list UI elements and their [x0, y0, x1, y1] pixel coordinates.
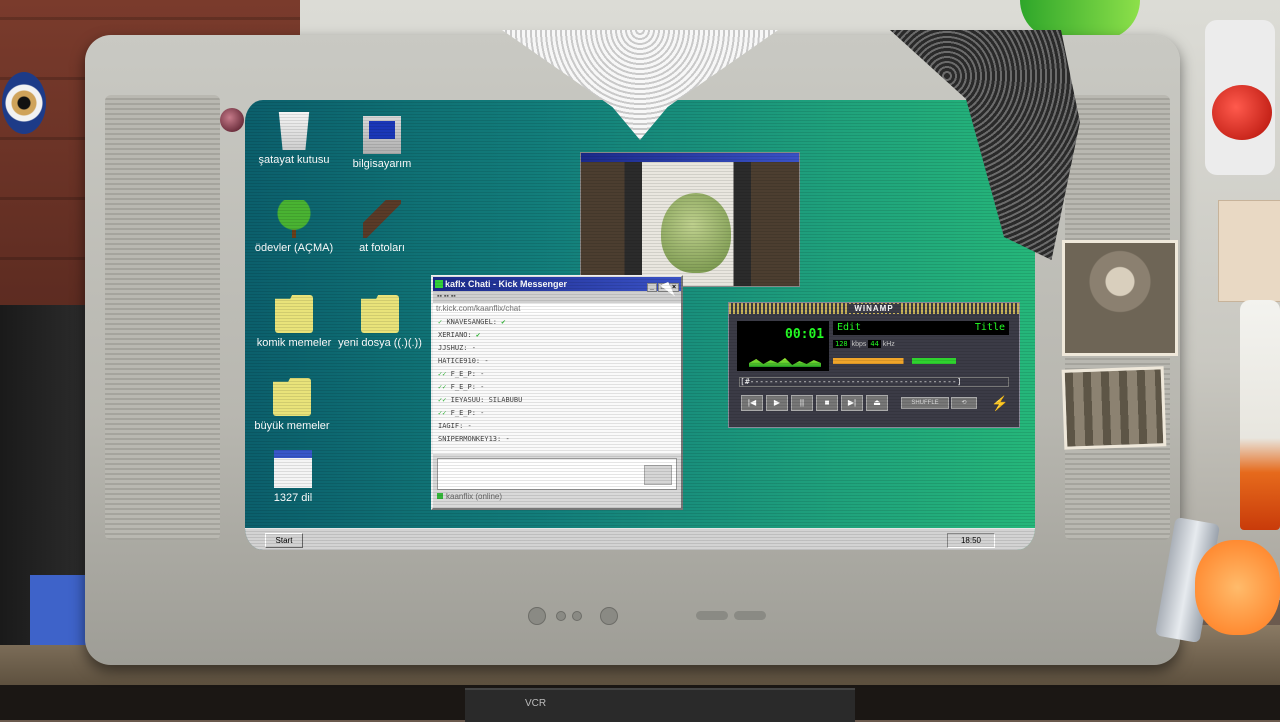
desktop-icon-label: şatayat kutusu [258, 154, 330, 166]
chat-message: ✓✓ F_E_P: - [438, 383, 485, 391]
calendar-icon [274, 450, 312, 488]
desktop-icon-label: yeni dosya ((.)(.)) [338, 337, 422, 349]
khz-value: 44 [868, 340, 881, 348]
song-edit-label[interactable]: Edit [837, 322, 861, 333]
tree-icon [275, 200, 313, 238]
volume-balance-sliders[interactable] [833, 358, 1009, 364]
winamp-title-bar[interactable]: WINAMP [729, 303, 1019, 314]
winamp-controls: |◀ ▶ || ■ ▶| ⏏ [741, 395, 891, 413]
desktop-icon-new-folder[interactable]: yeni dosya ((.)(.)) [335, 295, 425, 349]
desktop-icon-funny-memes[interactable]: komik memeler [249, 295, 339, 349]
khz-label: kHz [882, 341, 895, 348]
computer-icon [363, 116, 401, 154]
desktop-icon-calendar[interactable]: 1327 dil [248, 450, 338, 504]
desktop-icon-label: bilgisayarım [352, 158, 412, 170]
recycle-bin-icon [278, 112, 310, 150]
winamp-display: 00:01 [737, 321, 829, 371]
chat-message: JJSHUZ: - [438, 344, 476, 352]
folder-icon [273, 378, 311, 416]
send-button[interactable] [644, 465, 672, 485]
winamp-song-title: Edit Title [833, 321, 1009, 335]
pear-image [661, 193, 731, 273]
chat-message: SNIPERMONKEY13: - [438, 435, 510, 443]
chat-message: ✓ KNAVESANGEL: ✔ [438, 318, 506, 326]
chat-title-bar[interactable]: kaflx Chati - Kick Messenger _ □ × [433, 277, 681, 292]
song-title-label: Title [974, 322, 1005, 333]
plastic-bottle [1240, 300, 1280, 530]
desktop-icon-computer[interactable]: bilgisayarım [337, 116, 427, 170]
tv-button[interactable] [696, 611, 728, 620]
shuffle-button[interactable]: SHUFFLE [901, 397, 949, 409]
stop-button[interactable]: ■ [816, 395, 838, 411]
chat-message: ✓✓ IEYASUU: SILABUBU [438, 396, 523, 404]
desktop-icon-horse-photos[interactable]: at fotoları [337, 200, 427, 254]
folder-icon [275, 295, 313, 333]
chat-url[interactable]: tr.kick.com/kaanflix/chat [433, 303, 681, 314]
desktop-icon-label: at fotoları [359, 242, 405, 254]
pause-button[interactable]: || [791, 395, 813, 411]
tv-button[interactable] [734, 611, 766, 620]
chat-message: XERIANO: ✔ [438, 331, 481, 339]
desktop-icon-recycle[interactable]: şatayat kutusu [249, 112, 339, 166]
tv-button[interactable] [600, 607, 618, 625]
red-plug [1212, 85, 1272, 140]
video-title-bar[interactable] [581, 153, 799, 162]
tv-buttons [520, 605, 780, 625]
tv-button[interactable] [572, 611, 582, 621]
desktop-icon-label: büyük memeler [254, 420, 330, 432]
chat-message: ✓✓ F_E_P: - [438, 409, 485, 417]
chat-menubar[interactable]: ▪▪ ▪▪ ▪▪ [433, 291, 681, 303]
spectrum-visualizer [749, 358, 821, 367]
start-button[interactable]: Start [265, 533, 303, 548]
desktop-icon-homework[interactable]: ödevler (AÇMA) [249, 200, 339, 254]
tv-button[interactable] [556, 611, 566, 621]
kbps-label: kbps [851, 341, 867, 348]
tv-button[interactable] [528, 607, 546, 625]
chat-input[interactable] [437, 458, 677, 490]
chat-window[interactable]: kaflx Chati - Kick Messenger _ □ × ▪▪ ▪▪ ▪… [431, 275, 683, 510]
horse-icon [363, 200, 401, 238]
taskbar-clock: 18:50 [947, 533, 995, 548]
vcr-player: VCR [465, 688, 855, 722]
taskbar: Start 18:50 [245, 528, 1035, 550]
crt-screen: şatayat kutusu bilgisayarım ödevler (AÇM… [245, 100, 1035, 550]
tv-power-led [220, 108, 244, 132]
seek-bar[interactable]: [#--------------------------------------… [739, 377, 1009, 387]
next-button[interactable]: ▶| [841, 395, 863, 411]
old-photo-man [1062, 240, 1178, 356]
kbps-value: 128 [833, 340, 850, 348]
minimize-icon[interactable]: _ [647, 283, 657, 292]
evil-eye-charm [2, 72, 46, 134]
winamp-time: 00:01 [785, 327, 825, 342]
chat-message: IAGIF: - [438, 422, 472, 430]
repeat-button[interactable]: ⟲ [951, 397, 977, 409]
old-photo-group [1061, 366, 1167, 450]
desktop-icon-label: komik memeler [256, 337, 332, 349]
orange-peel [1195, 540, 1280, 635]
lightning-icon: ⚡ [991, 395, 1009, 411]
eject-button[interactable]: ⏏ [866, 395, 888, 411]
light-switch [1218, 200, 1280, 302]
video-window[interactable] [580, 152, 800, 287]
desktop-icon-big-memes[interactable]: büyük memeler [247, 378, 337, 432]
winamp-player[interactable]: WINAMP 00:01 Edit Title 128 kbps 44 kHz … [728, 302, 1020, 428]
winamp-bitrate: 128 kbps 44 kHz [833, 340, 895, 348]
chat-message: ✓✓ F_E_P: - [438, 370, 485, 378]
chat-log: ✓ KNAVESANGEL: ✔ XERIANO: ✔ JJSHUZ: - HA… [433, 314, 681, 454]
kick-logo-icon [435, 280, 443, 288]
vcr-label: VCR [525, 698, 547, 709]
chat-status: kaanflix (online) [433, 490, 681, 503]
tv-speaker-left [105, 95, 220, 540]
folder-icon [361, 295, 399, 333]
chat-title: kaflx Chati - Kick Messenger [445, 279, 568, 289]
previous-button[interactable]: |◀ [741, 395, 763, 411]
desktop-icon-label: 1327 dil [273, 492, 313, 504]
winamp-title: WINAMP [848, 304, 900, 313]
desktop-icon-label: ödevler (AÇMA) [254, 242, 334, 254]
play-button[interactable]: ▶ [766, 395, 788, 411]
chat-message: HATICE910: - [438, 357, 489, 365]
